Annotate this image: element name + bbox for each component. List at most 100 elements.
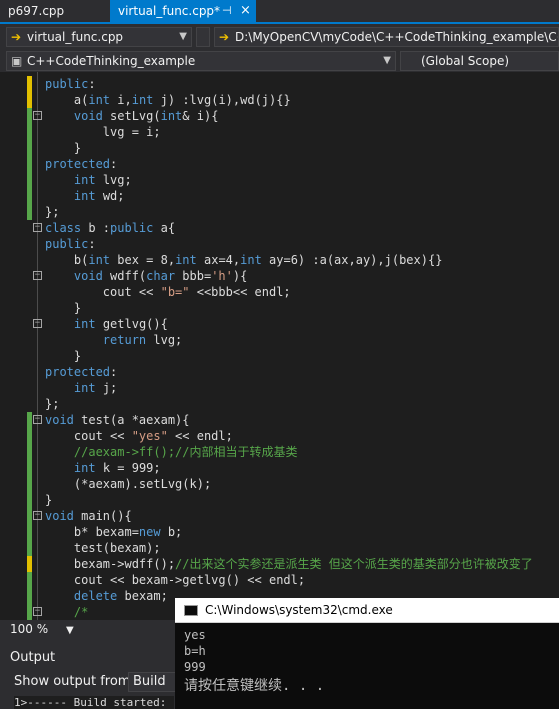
code-token: int — [73, 381, 96, 395]
code-token: } — [45, 141, 82, 155]
code-line: cout << "yes" << endl; — [45, 428, 233, 444]
code-token: b; — [160, 525, 183, 539]
close-icon[interactable]: × — [240, 0, 251, 22]
change-marker — [27, 556, 32, 572]
code-line: /* — [45, 604, 88, 620]
scope-dropdown[interactable]: (Global Scope) — [400, 51, 559, 71]
change-marker — [27, 540, 32, 556]
tab-virtual-func[interactable]: virtual_func.cpp* ⊣ × — [110, 0, 256, 22]
collapse-icon[interactable]: − — [33, 607, 42, 616]
code-token: }; — [45, 205, 60, 219]
code-token: test(a *aexam){ — [73, 413, 190, 427]
code-line: b* bexam=new b; — [45, 524, 182, 540]
code-line: public: — [45, 236, 96, 252]
pin-icon[interactable]: ⊣ — [222, 0, 232, 22]
code-token: } — [45, 349, 82, 363]
code-line: } — [45, 492, 52, 508]
collapse-icon[interactable]: − — [33, 319, 42, 328]
code-line: int wd; — [45, 188, 125, 204]
code-token: int — [175, 253, 197, 267]
code-line: (*aexam).setLvg(k); — [45, 476, 211, 492]
change-marker — [27, 524, 32, 540]
code-token: b : — [81, 221, 111, 235]
code-editor[interactable]: public: a(int i,int j) :lvg(i),wd(j){} − … — [0, 72, 559, 620]
tab-p697[interactable]: p697.cpp — [0, 0, 110, 22]
console-line: yes — [184, 628, 206, 642]
code-line: }; — [45, 204, 59, 220]
file-dropdown[interactable]: ➔ virtual_func.cpp ▼ — [6, 27, 192, 47]
code-token: b( — [45, 253, 89, 267]
code-token: bex = 8, — [110, 253, 176, 267]
code-token: << endl; — [167, 429, 233, 443]
collapse-icon[interactable]: − — [33, 271, 42, 280]
code-line: return lvg; — [45, 332, 182, 348]
code-token: }; — [45, 397, 60, 411]
arrow-icon: ➔ — [219, 30, 230, 44]
code-line: protected: — [45, 364, 117, 380]
change-marker — [27, 444, 32, 460]
code-line: int j; — [45, 380, 117, 396]
code-token: } — [45, 301, 82, 315]
collapse-icon[interactable]: − — [33, 223, 42, 232]
code-token: int — [88, 93, 111, 107]
zoom-level[interactable]: 100 % — [10, 622, 48, 636]
code-token: int — [131, 93, 154, 107]
collapse-icon[interactable]: − — [33, 111, 42, 120]
code-line: public: — [45, 76, 96, 92]
code-token: bbb= — [175, 269, 212, 283]
change-marker — [27, 492, 32, 508]
collapse-icon[interactable]: − — [33, 511, 42, 520]
change-marker — [27, 188, 32, 204]
code-token: int — [160, 109, 183, 123]
path-dropdown[interactable]: ➔ D:\MyOpenCV\myCode\C++CodeThinking_exa… — [214, 27, 559, 47]
change-marker — [27, 108, 32, 124]
code-line: int getlvg(){ — [45, 316, 168, 332]
code-token: public — [45, 77, 89, 91]
zoom-bar: 100 % ▼ — [0, 620, 175, 638]
code-token: public — [110, 221, 154, 235]
code-line: cout << "b=" <<bbb<< endl; — [45, 284, 291, 300]
code-line: b(int bex = 8,int ax=4,int ay=6) :a(ax,a… — [45, 252, 443, 268]
code-token: (*aexam).setLvg(k); — [45, 477, 212, 491]
code-line: bexam->wdff();//出来这个实参还是派生类 但这个派生类的基类部分也… — [45, 556, 533, 572]
code-line: //aexam->ff();//内部相当于转成基类 — [45, 444, 298, 460]
document-tab-bar: p697.cpp virtual_func.cpp* ⊣ × — [0, 0, 559, 24]
code-line: cout << bexam->getlvg() << endl; — [45, 572, 305, 588]
code-token: : — [110, 365, 118, 379]
change-marker — [27, 76, 32, 92]
collapse-icon[interactable]: − — [33, 415, 42, 424]
code-token: int — [73, 173, 96, 187]
change-marker — [27, 460, 32, 476]
code-token: b* bexam= — [45, 525, 139, 539]
code-line: test(bexam); — [45, 540, 161, 556]
code-line: int k = 999; — [45, 460, 161, 476]
project-icon: ▣ — [11, 54, 23, 68]
code-token: void — [45, 509, 74, 523]
change-marker — [27, 588, 32, 604]
code-token: <<bbb<< endl; — [189, 285, 291, 299]
code-line: a(int i,int j) :lvg(i),wd(j){} — [45, 92, 291, 108]
code-line: lvg = i; — [45, 124, 161, 140]
code-token: : — [88, 237, 96, 251]
code-token: : — [88, 77, 96, 91]
code-line: } — [45, 348, 81, 364]
code-token: protected — [45, 365, 111, 379]
code-token: void — [73, 269, 103, 283]
change-marker — [27, 572, 32, 588]
code-token: k = 999; — [95, 461, 161, 475]
code-token: ay=6) :a(ax,ay),j(bex){} — [261, 253, 443, 267]
code-token: delete — [73, 589, 118, 603]
code-token: //出来这个实参还是派生类 但这个派生类的基类部分也许被改变了 — [175, 557, 533, 571]
code-token: i, — [110, 93, 132, 107]
chevron-down-icon[interactable]: ▼ — [66, 625, 74, 636]
code-token: cout << — [45, 429, 132, 443]
code-token: test(bexam); — [45, 541, 161, 555]
split-scroll[interactable] — [196, 27, 210, 47]
project-dropdown[interactable]: ▣ C++CodeThinking_example ▼ — [6, 51, 396, 71]
code-token: wd; — [95, 189, 125, 203]
navigation-bar: ➔ virtual_func.cpp ▼ ➔ D:\MyOpenCV\myCod… — [0, 24, 559, 50]
